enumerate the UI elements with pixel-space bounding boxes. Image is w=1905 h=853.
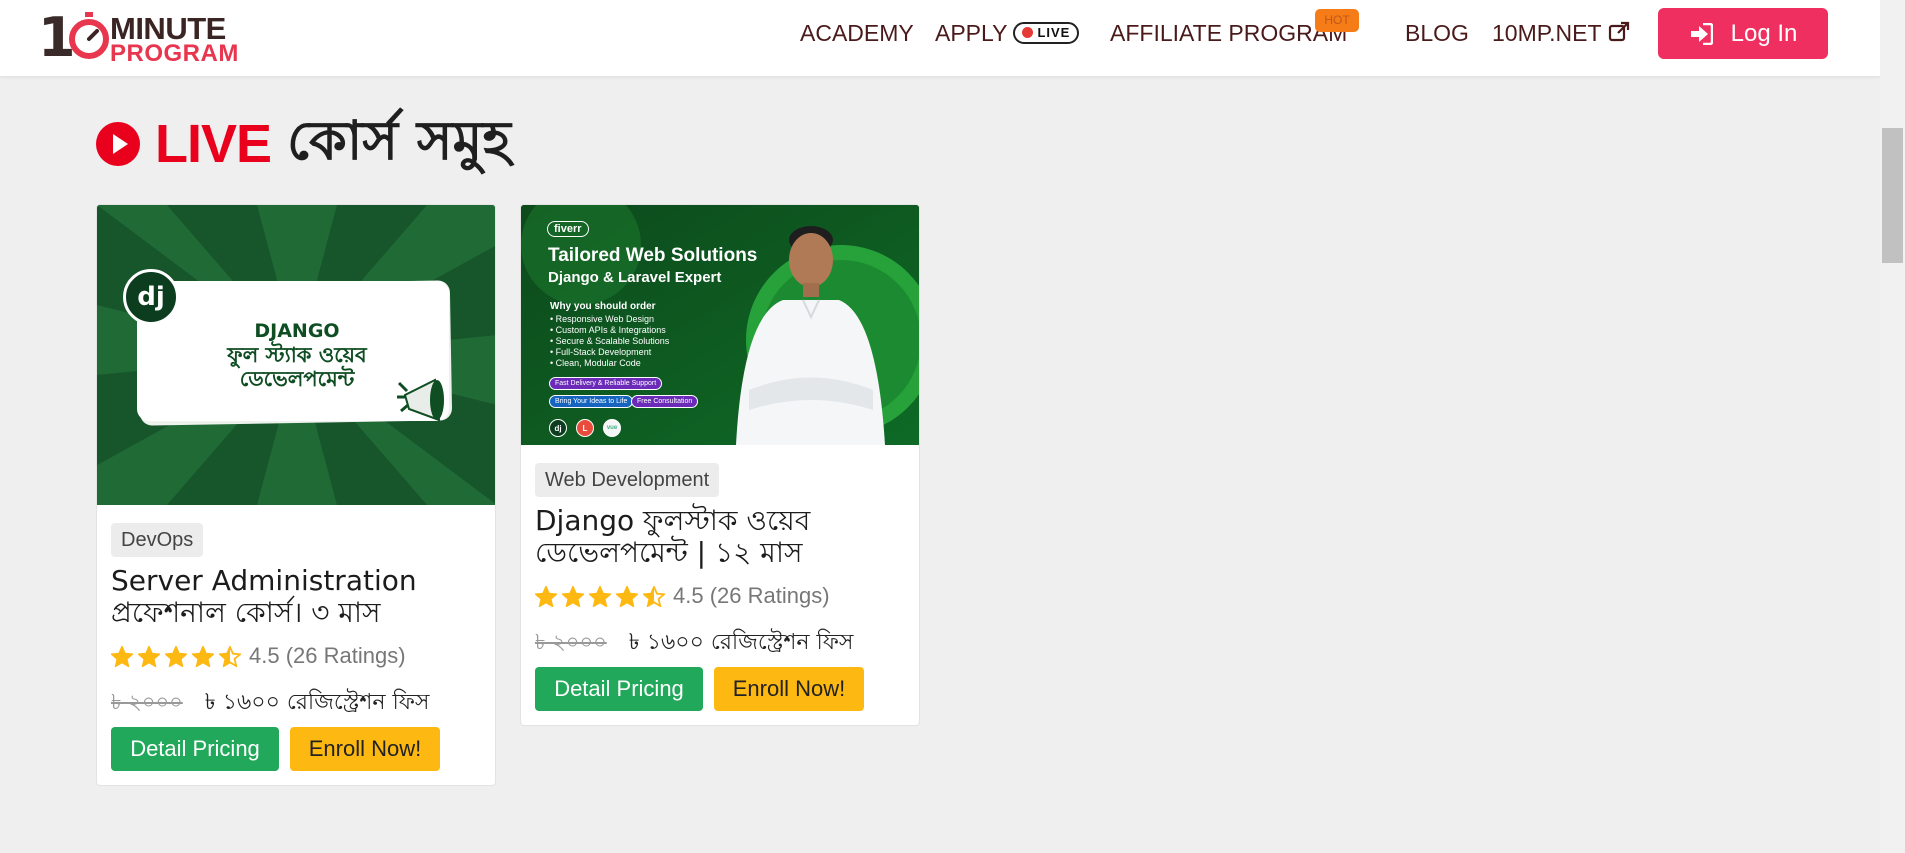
star-full-icon <box>165 645 187 667</box>
vue-icon: vue <box>603 419 621 437</box>
site-logo[interactable]: 1 MINUTE PROGRAM <box>38 8 238 68</box>
star-full-icon <box>111 645 133 667</box>
nav-academy[interactable]: ACADEMY <box>800 20 914 46</box>
live-badge-label: LIVE <box>1037 24 1071 40</box>
page-scrollbar-thumb[interactable] <box>1882 128 1903 263</box>
course-title[interactable]: Django ফুলস্টাক ওয়েব ডেভেলপমেন্ট | ১২ ম… <box>535 505 910 569</box>
category-badge: DevOps <box>111 523 204 557</box>
thumbnail-tag: Free Consultation <box>631 395 699 408</box>
play-circle-icon <box>96 122 140 166</box>
section-title-rest: কোর্স সমুহ <box>287 109 511 172</box>
hot-badge: HOT <box>1315 9 1359 32</box>
thumbnail-points: Why you should order • Responsive Web De… <box>550 301 670 368</box>
original-price: ৳ ২০০০ <box>535 630 607 654</box>
rating-text: 4.5 (26 Ratings) <box>673 583 830 608</box>
star-full-icon <box>562 585 584 607</box>
course-thumbnail[interactable]: fiverr Tailored Web Solutions Django & L… <box>521 205 919 445</box>
category-badge: Web Development <box>535 463 720 497</box>
enroll-now-button[interactable]: Enroll Now! <box>290 727 440 771</box>
registration-fee: ৳ ১৬০০ রেজিস্ট্রেশন ফিস <box>204 690 430 715</box>
external-link-icon <box>1608 21 1629 42</box>
login-button[interactable]: Log In <box>1658 8 1828 59</box>
nav-affiliate-program[interactable]: AFFILIATE PROGRAM <box>1110 20 1347 46</box>
detail-pricing-button[interactable]: Detail Pricing <box>111 727 279 771</box>
nav-apply[interactable]: APPLY LIVE <box>935 20 1080 46</box>
course-rating: 4.5 (26 Ratings) <box>535 583 830 609</box>
star-half-icon <box>219 645 241 667</box>
nav-apply-label: APPLY <box>935 20 1008 46</box>
rating-text: 4.5 (26 Ratings) <box>249 643 406 668</box>
star-half-icon <box>643 585 665 607</box>
rating-stars <box>111 645 241 667</box>
live-dot-icon <box>1022 27 1034 38</box>
rating-stars <box>535 585 665 607</box>
laravel-icon: L <box>576 419 594 437</box>
fiverr-badge: fiverr <box>547 221 589 237</box>
course-rating: 4.5 (26 Ratings) <box>111 643 406 669</box>
star-full-icon <box>535 585 557 607</box>
live-badge: LIVE <box>1013 21 1080 44</box>
nav-10mp-label: 10MP.NET <box>1492 20 1602 46</box>
course-title-line: প্রফেশনাল কোর্স। ৩ মাস <box>111 596 381 629</box>
thumbnail-subtitle: Django & Laravel Expert <box>548 269 722 286</box>
thumbnail-tag: Fast Delivery & Reliable Support <box>549 377 663 390</box>
price-row: ৳ ২০০০ ৳ ১৬০০ রেজিস্ট্রেশন ফিস <box>111 685 429 722</box>
enroll-now-button[interactable]: Enroll Now! <box>714 667 864 711</box>
course-title-line: Server Administration <box>111 564 417 597</box>
nav-10mp-net[interactable]: 10MP.NET <box>1492 20 1630 46</box>
thumbnail-tag: Bring Your Ideas to Life <box>549 395 634 408</box>
course-card[interactable]: dj DJANGO ফুল স্ট্যাক ওয়েব ডেভেলপমেন্ট … <box>96 204 496 786</box>
top-navbar: 1 MINUTE PROGRAM ACADEMY APPLY LIVE AFFIL… <box>0 0 1880 76</box>
detail-pricing-button[interactable]: Detail Pricing <box>535 667 703 711</box>
course-title-line: Django ফুলস্টাক ওয়েব <box>535 504 811 537</box>
original-price: ৳ ২০০০ <box>111 690 183 714</box>
nav-blog[interactable]: BLOG <box>1405 20 1469 46</box>
course-card[interactable]: fiverr Tailored Web Solutions Django & L… <box>520 204 920 726</box>
sign-in-icon <box>1690 22 1713 45</box>
section-title-live: LIVE <box>155 114 272 174</box>
thumbnail-title: Tailored Web Solutions <box>548 245 758 266</box>
django-icon: dj <box>549 419 567 437</box>
logo-text-program: PROGRAM <box>110 40 239 67</box>
star-full-icon <box>616 585 638 607</box>
course-thumbnail[interactable]: dj DJANGO ফুল স্ট্যাক ওয়েব ডেভেলপমেন্ট <box>97 205 495 505</box>
section-title: LIVE কোর্স সমুহ <box>95 104 511 184</box>
megaphone-icon <box>397 378 444 422</box>
course-title-line: ডেভেলপমেন্ট | ১২ মাস <box>535 536 803 569</box>
star-full-icon <box>192 645 214 667</box>
django-badge: dj <box>123 269 179 325</box>
star-full-icon <box>138 645 160 667</box>
registration-fee: ৳ ১৬০০ রেজিস্ট্রেশন ফিস <box>628 630 854 655</box>
login-label: Log In <box>1730 19 1798 47</box>
stopwatch-icon <box>69 12 109 59</box>
course-title[interactable]: Server Administration প্রফেশনাল কোর্স। ৩… <box>111 565 486 629</box>
price-row: ৳ ২০০০ ৳ ১৬০০ রেজিস্ট্রেশন ফিস <box>535 625 853 662</box>
star-full-icon <box>589 585 611 607</box>
